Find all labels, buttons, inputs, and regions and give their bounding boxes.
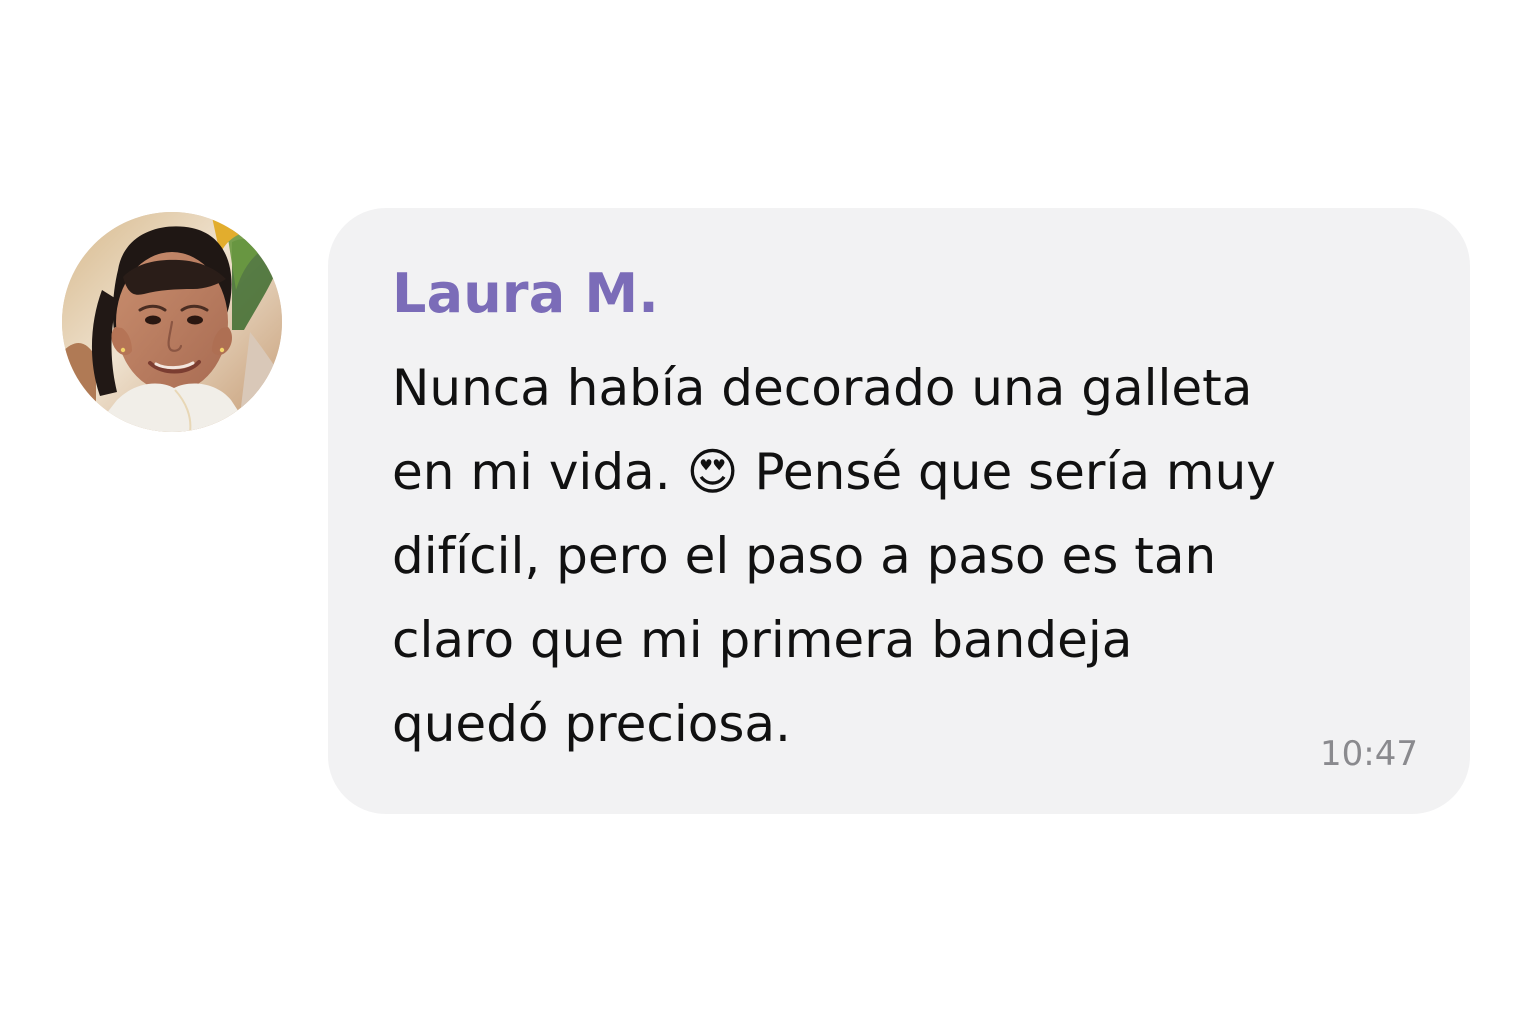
avatar-photo-icon [62,212,282,432]
sender-name: Laura M. [392,262,660,325]
chat-screen: Laura M. Nunca había decorado una gallet… [0,0,1536,1024]
message-timestamp: 10:47 [1320,734,1418,774]
avatar[interactable] [62,212,282,432]
message-text: Nunca había decorado una galleta en mi v… [392,359,1276,753]
message-bubble[interactable]: Laura M. Nunca había decorado una gallet… [328,208,1470,814]
